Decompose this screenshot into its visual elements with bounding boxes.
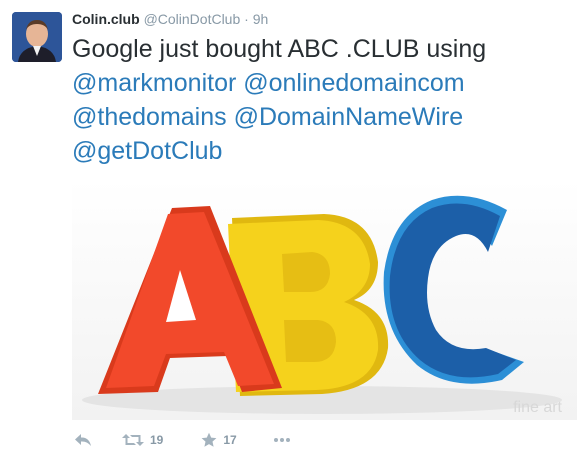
- tweet-text: Google just bought ABC .CLUB using @mark…: [72, 32, 572, 168]
- mention-markmonitor[interactable]: @markmonitor: [72, 69, 236, 97]
- author-handle[interactable]: @ColinDotClub: [144, 11, 241, 27]
- tweet-body: Google just bought ABC .CLUB using: [72, 35, 487, 63]
- more-icon: [273, 438, 290, 442]
- star-icon: [201, 432, 217, 447]
- timestamp[interactable]: 9h: [253, 11, 269, 27]
- tweet-actions: 19 17: [72, 428, 291, 452]
- mention-domainnamewire[interactable]: @DomainNameWire: [234, 103, 464, 131]
- author-name[interactable]: Colin.club: [72, 11, 140, 27]
- tweet-header: Colin.club @ColinDotClub · 9h: [72, 11, 268, 27]
- reply-icon: [75, 434, 91, 446]
- mention-thedomains[interactable]: @thedomains: [72, 103, 227, 131]
- favorite-button[interactable]: 17: [201, 432, 237, 448]
- retweet-count: 19: [150, 433, 164, 447]
- mention-onlinedomaincom[interactable]: @onlinedomaincom: [243, 69, 464, 97]
- watermark-text: fine art: [513, 399, 562, 416]
- retweet-icon: [122, 434, 144, 446]
- more-button[interactable]: [273, 437, 291, 443]
- tweet-media-image[interactable]: fine art: [72, 180, 577, 420]
- mention-getdotclub[interactable]: @getDotClub: [72, 137, 222, 165]
- avatar[interactable]: [12, 12, 62, 62]
- separator-dot: ·: [244, 11, 249, 27]
- avatar-photo: [12, 12, 62, 62]
- favorite-count: 17: [223, 433, 237, 447]
- abc-letters-image: fine art: [72, 180, 577, 420]
- retweet-button[interactable]: 19: [122, 433, 163, 447]
- reply-button[interactable]: [74, 433, 92, 447]
